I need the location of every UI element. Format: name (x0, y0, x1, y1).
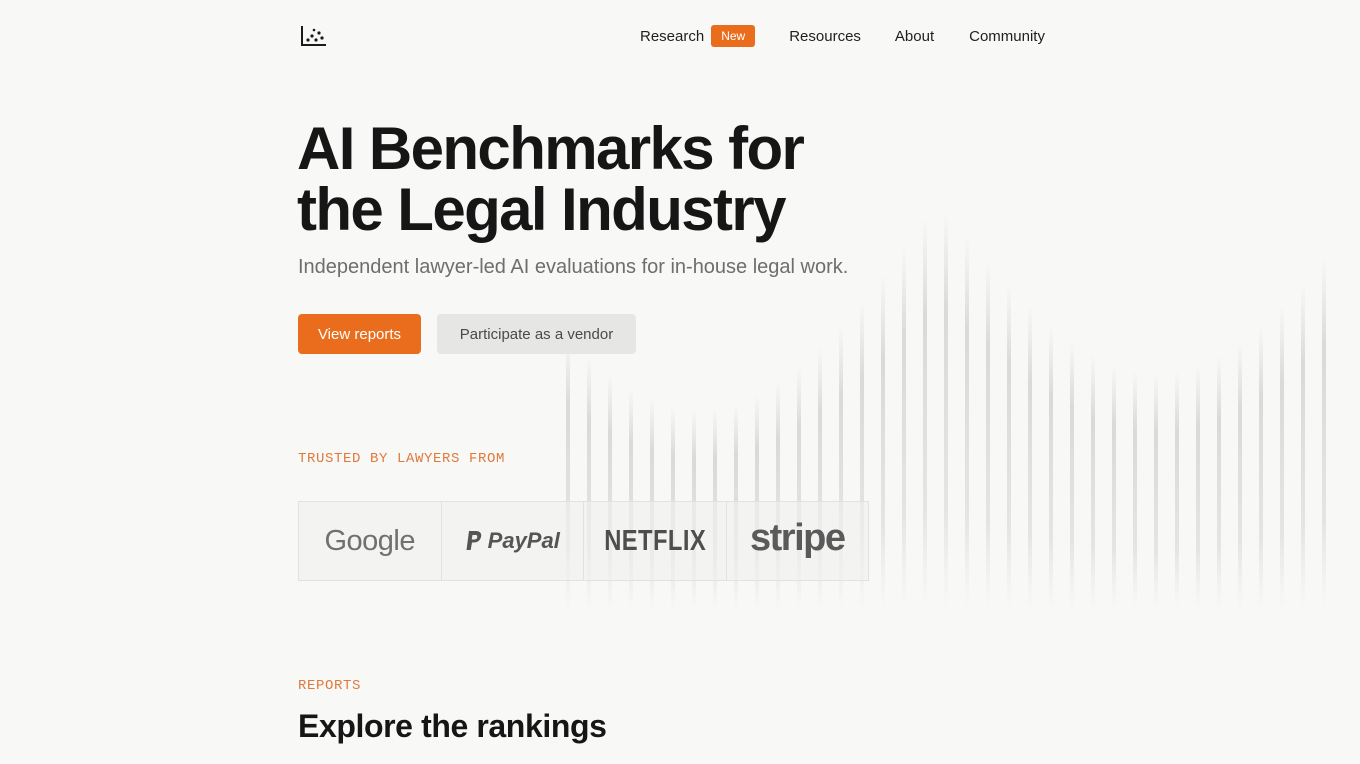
paypal-logo-text: PayPal (487, 528, 560, 553)
decorative-bar (986, 261, 990, 610)
paypal-p-icon (466, 531, 481, 550)
decorative-bar (1175, 371, 1179, 610)
hero-subtitle: Independent lawyer-led AI evaluations fo… (298, 256, 849, 278)
main-nav: Research New Resources About Community (640, 24, 1045, 48)
new-badge: New (711, 25, 756, 47)
decorative-bar (1238, 342, 1242, 610)
nav-about[interactable]: About (895, 28, 934, 45)
decorative-bar (1049, 325, 1053, 610)
decorative-bar (1322, 258, 1326, 610)
decorative-bar (1112, 364, 1116, 610)
client-logo-strip: Google PayPal NETFLIX stripe (298, 501, 869, 581)
google-logo: Google (299, 502, 442, 580)
decorative-bar (1196, 365, 1200, 610)
nav-research-label: Research (640, 27, 705, 45)
netflix-logo: NETFLIX (584, 502, 727, 580)
decorative-bar (1217, 355, 1221, 610)
decorative-bar (1028, 306, 1032, 610)
stripe-logo: stripe (727, 502, 869, 580)
nav-resources[interactable]: Resources (789, 28, 861, 45)
trusted-eyebrow: TRUSTED BY LAWYERS FROM (298, 451, 506, 467)
decorative-bar (1259, 325, 1263, 610)
netflix-logo-text: NETFLIX (603, 524, 706, 557)
decorative-bar (1133, 370, 1137, 610)
hero-title-line2: the Legal Industry (297, 176, 787, 243)
decorative-bar (881, 274, 885, 610)
hero-title-line1: AI Benchmarks for (297, 115, 805, 182)
nav-community[interactable]: Community (969, 28, 1045, 45)
decorative-bar (902, 246, 906, 610)
decorative-bar (1154, 372, 1158, 610)
reports-section-title: Explore the rankings (298, 708, 607, 744)
stripe-logo-text: stripe (750, 516, 846, 559)
logo-icon[interactable] (300, 24, 328, 48)
decorative-bar (1070, 341, 1074, 610)
page: Research New Resources About Community A… (0, 0, 1360, 764)
decorative-bar (944, 211, 948, 611)
decorative-bar (1007, 284, 1011, 610)
nav-research[interactable]: Research New (640, 25, 756, 47)
decorative-bar (965, 236, 969, 610)
google-logo-text: Google (324, 524, 415, 557)
paypal-logo-wordmark: PayPal (465, 528, 560, 554)
hero-title: AI Benchmarks for the Legal Industry (297, 118, 917, 240)
view-reports-button[interactable]: View reports (298, 314, 421, 354)
decorative-bar (923, 217, 927, 610)
decorative-bar (1280, 305, 1284, 610)
decorative-bar (1301, 283, 1305, 610)
paypal-logo: PayPal (442, 502, 584, 580)
participate-vendor-button[interactable]: Participate as a vendor (437, 314, 636, 354)
decorative-bar (1091, 354, 1095, 610)
reports-eyebrow: REPORTS (298, 678, 362, 694)
